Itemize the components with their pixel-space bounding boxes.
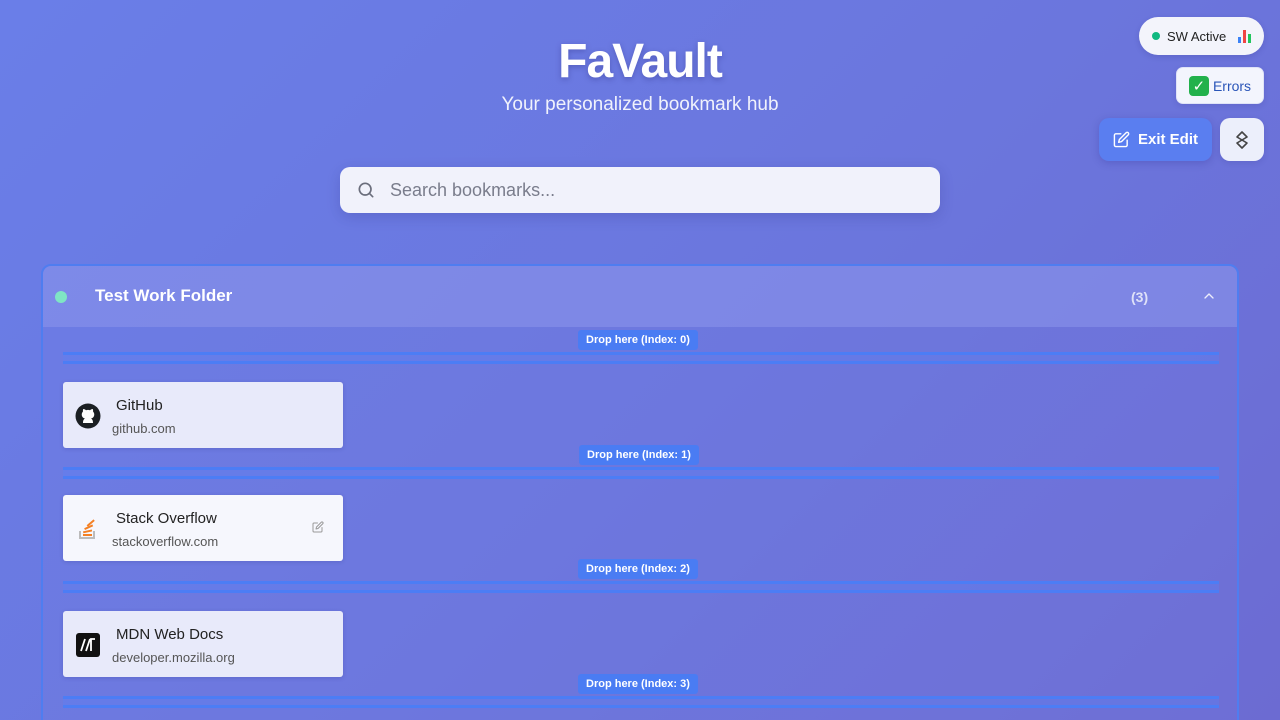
checkmark-icon: ✓ (1188, 75, 1209, 96)
drop-zone[interactable] (63, 467, 1219, 479)
edit-icon (1113, 131, 1130, 148)
chevron-up-icon[interactable] (1201, 288, 1217, 304)
drop-zone[interactable] (63, 696, 1219, 708)
bookmark-title: MDN Web Docs (116, 626, 224, 643)
sw-status-label: SW Active (1167, 28, 1227, 44)
errors-button[interactable]: ✓ Errors (1176, 67, 1264, 104)
exit-edit-label: Exit Edit (1137, 131, 1198, 148)
search-icon (356, 180, 376, 200)
drag-icon (1234, 130, 1250, 150)
folder-count: (3) (1131, 289, 1149, 305)
drop-zone-label: Drop here (Index: 0) (578, 330, 698, 350)
stackoverflow-icon (75, 516, 101, 542)
github-icon (75, 403, 101, 429)
search-bar[interactable] (340, 167, 940, 213)
mdn-icon (75, 632, 101, 658)
app-header: FaVault Your personalized bookmark hub (0, 34, 1280, 116)
bookmark-card[interactable]: GitHub github.com (63, 382, 343, 448)
edit-icon[interactable] (312, 521, 324, 533)
bookmark-url: github.com (112, 421, 176, 436)
errors-label: Errors (1212, 77, 1252, 94)
drop-zone-label: Drop here (Index: 2) (578, 559, 698, 579)
drop-zone[interactable] (63, 352, 1219, 364)
app-title: FaVault (558, 35, 723, 88)
drop-zone-label: Drop here (Index: 3) (578, 674, 698, 694)
drop-zone-label: Drop here (Index: 1) (579, 445, 699, 465)
service-worker-status[interactable]: SW Active (1139, 17, 1264, 55)
drop-zone[interactable] (63, 581, 1219, 593)
folder-name: Test Work Folder (95, 286, 233, 305)
app-subtitle: Your personalized bookmark hub (501, 94, 779, 115)
status-dot (1152, 32, 1160, 40)
bookmark-title: Stack Overflow (116, 510, 217, 527)
folder-header[interactable]: Test Work Folder (3) (43, 266, 1237, 327)
folder-color-dot (55, 291, 67, 303)
bookmark-url: stackoverflow.com (112, 534, 219, 549)
exit-edit-button[interactable]: Exit Edit (1099, 118, 1212, 161)
drag-handle-button[interactable] (1220, 118, 1264, 161)
bookmark-title: GitHub (116, 397, 163, 414)
bar-chart-icon[interactable] (1238, 29, 1252, 43)
bookmark-card[interactable]: MDN Web Docs developer.mozilla.org (63, 611, 343, 677)
bookmark-url: developer.mozilla.org (112, 650, 235, 665)
bookmark-card[interactable]: Stack Overflow stackoverflow.com (63, 495, 343, 561)
folder-card: Test Work Folder (3) Drop here (Index: 0… (41, 264, 1239, 720)
search-input[interactable] (390, 179, 890, 201)
